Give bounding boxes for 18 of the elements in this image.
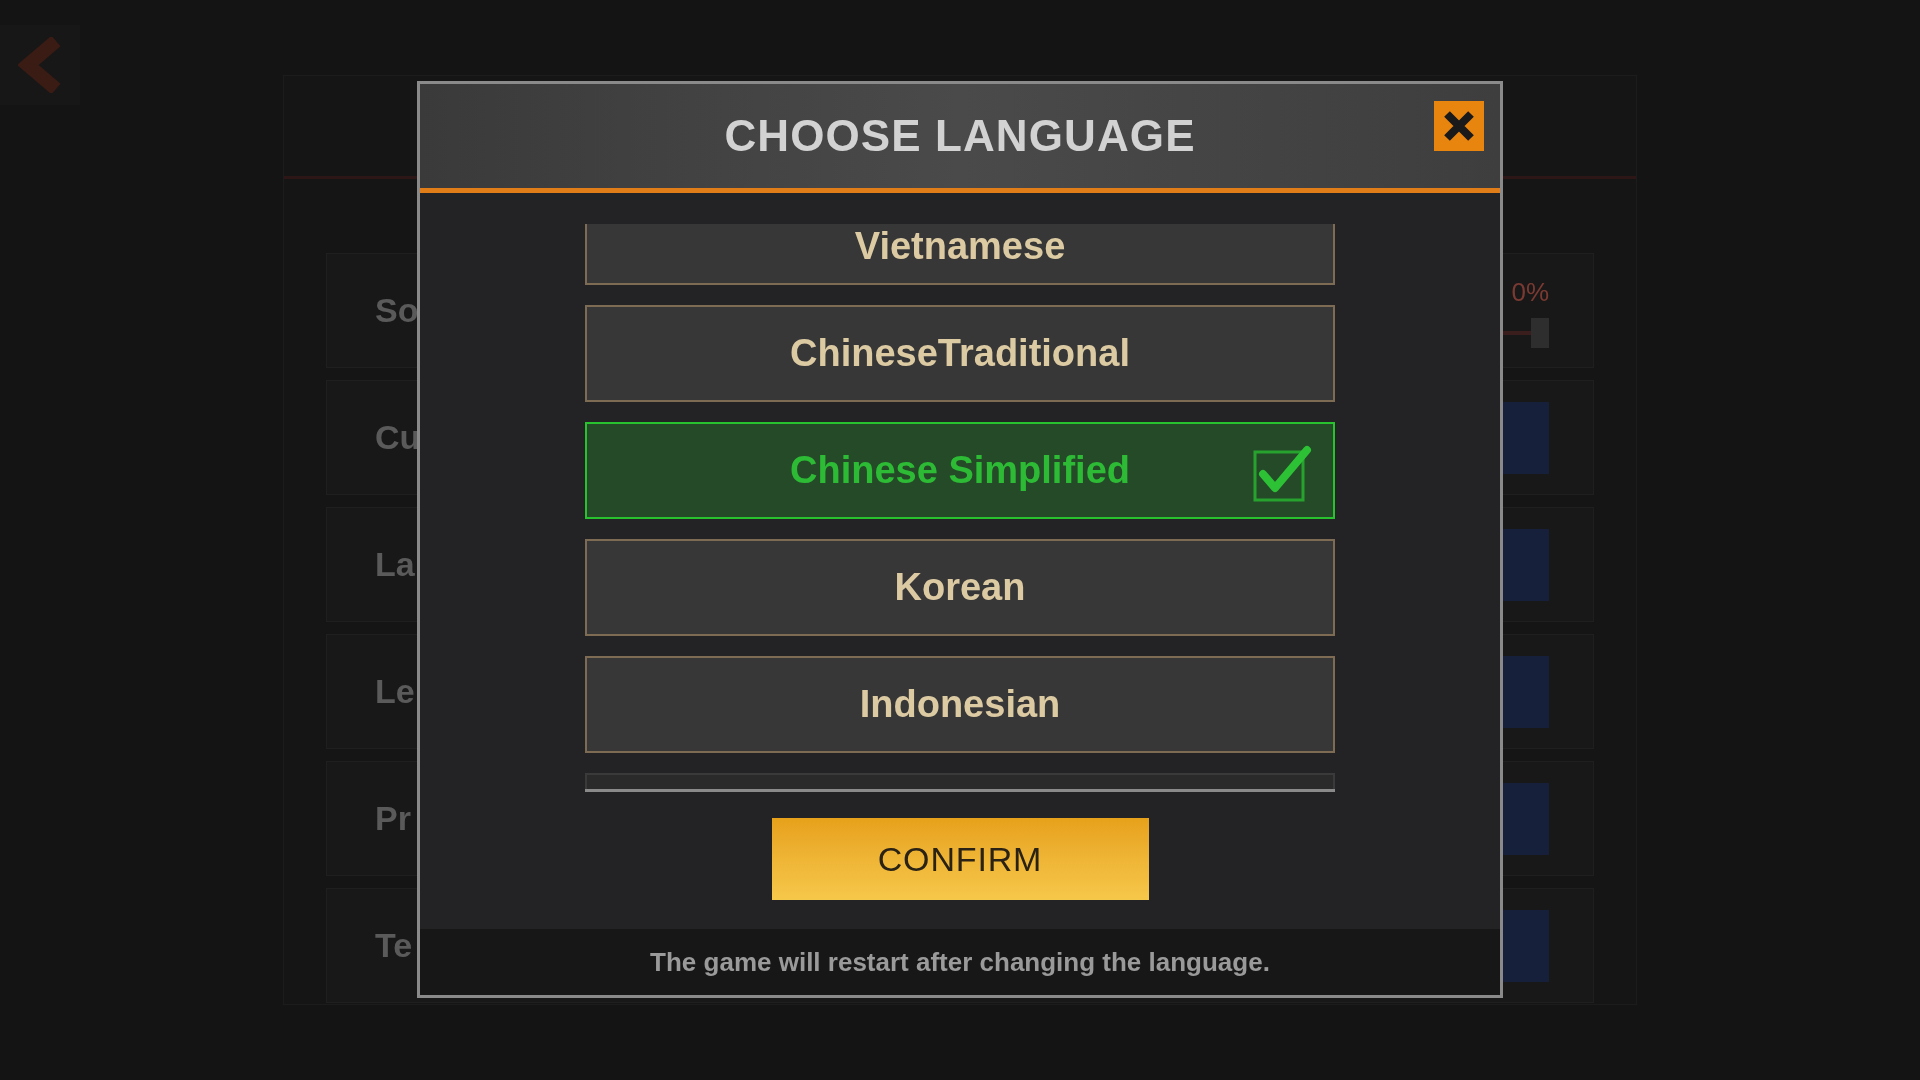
setting-label: So: [375, 290, 419, 331]
close-button[interactable]: [1434, 101, 1484, 151]
slider-reading: 0%: [1511, 276, 1549, 309]
confirm-button[interactable]: CONFIRM: [771, 818, 1149, 900]
setting-label: Le: [375, 671, 415, 712]
setting-label: Pr: [375, 798, 411, 839]
language-option[interactable]: ChineseTraditional: [585, 305, 1335, 402]
close-icon: [1443, 110, 1475, 142]
language-option[interactable]: Korean: [585, 539, 1335, 636]
language-option[interactable]: Indonesian: [585, 656, 1335, 753]
chevron-left-icon: [18, 37, 62, 93]
language-option[interactable]: Vietnamese: [585, 224, 1335, 285]
setting-label: Cu: [375, 417, 421, 458]
dialog-title: CHOOSE LANGUAGE: [724, 110, 1196, 162]
setting-label: La: [375, 544, 415, 585]
setting-label: Te: [375, 925, 413, 966]
language-option[interactable]: Chinese Simplified: [585, 422, 1335, 519]
restart-note: The game will restart after changing the language.: [650, 945, 1270, 979]
